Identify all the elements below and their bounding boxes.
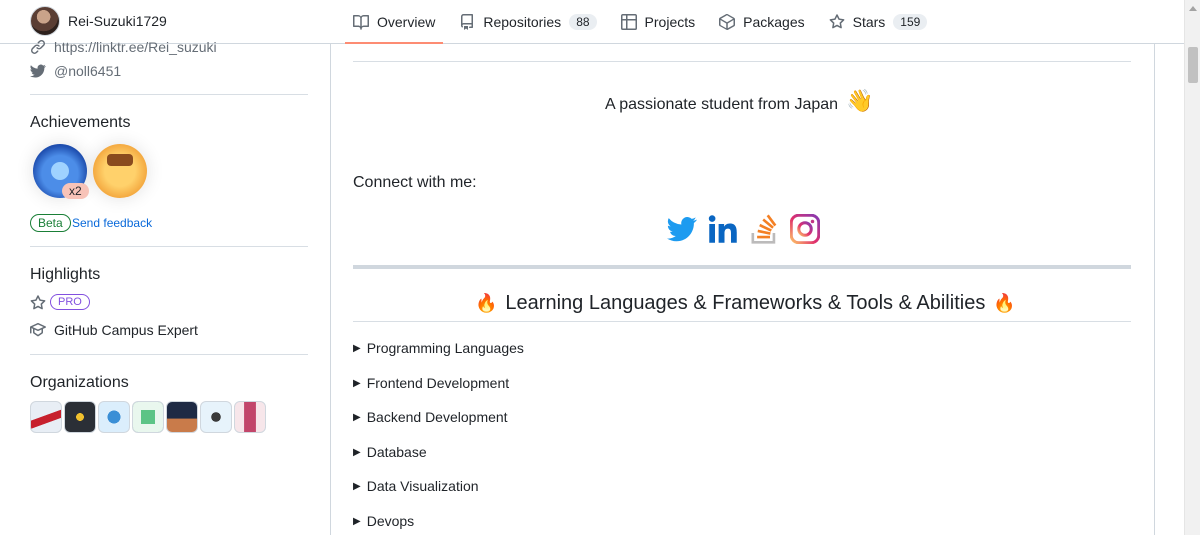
org-avatar-green-cross[interactable] xyxy=(132,401,164,433)
disclosure-triangle-icon: ▶ xyxy=(353,480,361,492)
fire-icon: 🔥 xyxy=(993,293,1016,313)
details-database[interactable]: ▶ Database xyxy=(353,444,427,460)
org-avatar-dark[interactable] xyxy=(64,401,96,433)
highlights-heading: Highlights xyxy=(30,266,101,283)
tab-label: Packages xyxy=(743,14,805,30)
tab-overview[interactable]: Overview xyxy=(345,0,444,44)
scroll-thumb[interactable] xyxy=(1188,47,1198,83)
instagram-icon xyxy=(789,213,820,244)
twitter-handle: @noll6451 xyxy=(54,63,122,79)
achievement-cowboy-badge[interactable] xyxy=(93,144,147,198)
readme-divider xyxy=(353,61,1131,62)
org-avatar-pink[interactable] xyxy=(234,401,266,433)
connect-heading: Connect with me: xyxy=(353,174,477,191)
star-icon xyxy=(30,295,46,310)
organizations-list xyxy=(30,401,266,433)
details-backend-development[interactable]: ▶ Backend Development xyxy=(353,409,508,425)
readme-section-divider xyxy=(353,265,1131,269)
disclosure-triangle-icon: ▶ xyxy=(353,446,361,458)
main-column-border xyxy=(330,44,331,535)
tagline-text: A passionate student from Japan xyxy=(605,96,839,113)
book-icon xyxy=(353,14,369,30)
sidebar-divider xyxy=(30,94,308,95)
disclosure-triangle-icon: ▶ xyxy=(353,342,361,354)
beta-label: Beta xyxy=(30,214,71,232)
details-summary: Devops xyxy=(366,513,415,529)
website-url: https://linktr.ee/Rei_suzuki xyxy=(54,39,217,55)
learning-section-title: 🔥 Learning Languages & Frameworks & Tool… xyxy=(475,292,1016,315)
vertical-scrollbar[interactable] xyxy=(1184,0,1200,535)
readme-tagline: A passionate student from Japan 👋 xyxy=(605,88,873,114)
sidebar-divider xyxy=(30,246,308,247)
org-avatar-flag[interactable] xyxy=(30,401,62,433)
sidebar-divider xyxy=(30,354,308,355)
stackoverflow-link[interactable] xyxy=(747,212,780,245)
achievements-heading: Achievements xyxy=(30,114,131,131)
social-links xyxy=(665,212,821,245)
disclosure-triangle-icon: ▶ xyxy=(353,411,361,423)
mortar-board-icon xyxy=(30,322,46,337)
tab-label: Projects xyxy=(644,14,696,30)
stackoverflow-icon xyxy=(751,214,776,244)
organizations-heading: Organizations xyxy=(30,374,129,391)
disclosure-triangle-icon: ▶ xyxy=(353,515,361,527)
details-summary: Frontend Development xyxy=(366,375,510,391)
details-programming-languages[interactable]: ▶ Programming Languages xyxy=(353,340,524,356)
org-avatar-illustration[interactable] xyxy=(166,401,198,433)
details-summary: Programming Languages xyxy=(366,340,524,356)
org-avatar-code[interactable] xyxy=(200,401,232,433)
package-icon xyxy=(719,14,736,30)
tab-projects[interactable]: Projects xyxy=(613,0,704,44)
send-feedback-link[interactable]: Send feedback xyxy=(72,216,152,230)
cowboy-hat-icon xyxy=(107,154,133,166)
star-icon xyxy=(829,14,845,29)
tab-label: Overview xyxy=(377,14,436,30)
linkedin-link[interactable] xyxy=(706,212,739,245)
username[interactable]: Rei-Suzuki1729 xyxy=(68,13,167,29)
linkedin-icon xyxy=(708,214,737,243)
tab-label: Repositories xyxy=(483,14,562,30)
section-title-underline xyxy=(353,321,1131,322)
disclosure-triangle-icon: ▶ xyxy=(353,377,361,389)
tab-stars[interactable]: Stars 159 xyxy=(821,0,936,44)
shark-icon xyxy=(51,162,69,180)
twitter-link[interactable] xyxy=(665,212,698,245)
profile-tabs: Overview Repositories 88 Projects Packag… xyxy=(345,0,943,44)
twitter-icon xyxy=(30,64,46,78)
details-summary: Database xyxy=(366,444,427,460)
tab-repositories[interactable]: Repositories 88 xyxy=(451,0,604,44)
repo-icon xyxy=(461,14,474,30)
waving-hand-icon: 👋 xyxy=(846,88,874,113)
profile-website-link[interactable]: https://linktr.ee/Rei_suzuki xyxy=(30,39,217,55)
details-frontend-development[interactable]: ▶ Frontend Development xyxy=(353,375,509,391)
campus-expert-highlight: GitHub Campus Expert xyxy=(30,322,198,338)
fire-icon: 🔥 xyxy=(475,293,498,313)
details-devops[interactable]: ▶ Devops xyxy=(353,513,414,529)
details-data-visualization[interactable]: ▶ Data Visualization xyxy=(353,478,479,494)
details-summary: Backend Development xyxy=(366,409,508,425)
section-title-text: Learning Languages & Frameworks & Tools … xyxy=(505,292,986,314)
twitter-icon xyxy=(666,216,697,241)
tab-label: Stars xyxy=(852,14,886,30)
details-summary: Data Visualization xyxy=(366,478,479,494)
pro-badge: PRO xyxy=(50,294,90,310)
stars-count: 159 xyxy=(893,14,928,30)
repositories-count: 88 xyxy=(569,14,597,30)
avatar[interactable] xyxy=(30,6,60,36)
campus-expert-label: GitHub Campus Expert xyxy=(54,322,198,338)
link-icon xyxy=(31,39,46,54)
instagram-link[interactable] xyxy=(788,212,821,245)
profile-header: Rei-Suzuki1729 Overview Repositories 88 … xyxy=(0,0,1184,44)
profile-twitter-link[interactable]: @noll6451 xyxy=(30,63,121,79)
org-avatar-swirl[interactable] xyxy=(98,401,130,433)
tab-packages[interactable]: Packages xyxy=(711,0,812,44)
achievement-multiplier: x2 xyxy=(62,183,89,199)
scroll-up-arrow-icon[interactable] xyxy=(1189,6,1197,11)
main-column-border-right xyxy=(1154,44,1155,535)
table-icon xyxy=(620,14,637,30)
